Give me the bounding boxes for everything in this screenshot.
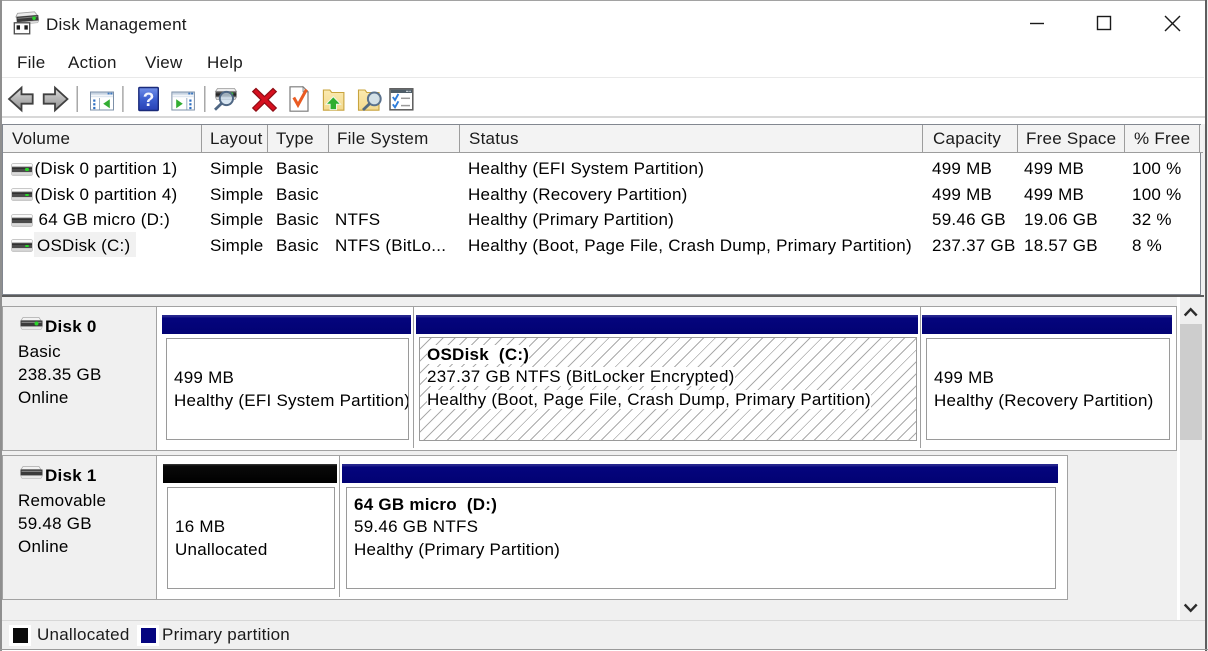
- svg-text:?: ?: [143, 90, 155, 111]
